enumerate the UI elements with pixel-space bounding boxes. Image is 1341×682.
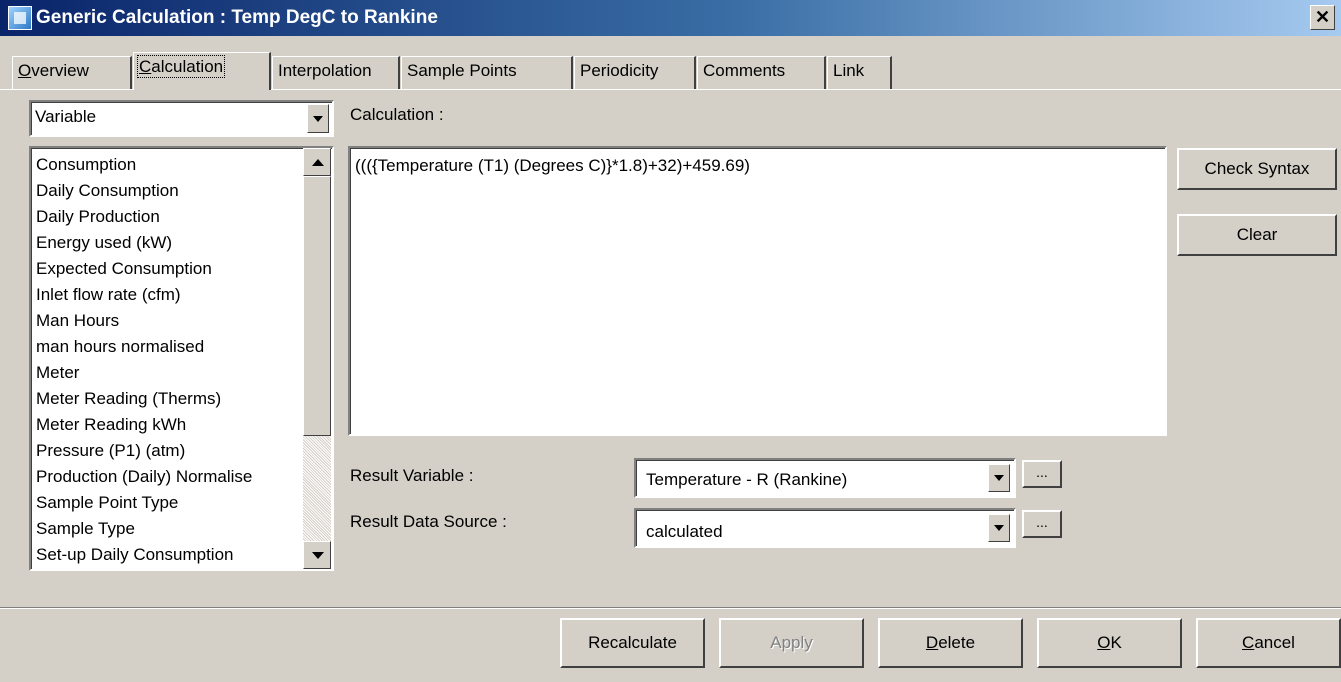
result-variable-value: Temperature - R (Rankine) (646, 470, 848, 489)
clear-button[interactable]: Clear (1177, 214, 1337, 256)
footer-divider-highlight (0, 608, 1341, 609)
close-button[interactable]: ✕ (1310, 5, 1335, 30)
delete-button[interactable]: Delete (878, 618, 1023, 668)
recalculate-button[interactable]: Recalculate (560, 618, 705, 668)
app-icon (8, 6, 32, 30)
list-item[interactable]: Consumption (36, 155, 306, 175)
result-variable-browse-button[interactable]: ... (1022, 460, 1062, 488)
list-item[interactable]: Man Hours (36, 311, 306, 331)
scrollbar-thumb[interactable] (303, 176, 331, 436)
tab-overview[interactable]: Overview (12, 56, 132, 89)
list-item[interactable]: Meter Reading kWh (36, 415, 306, 435)
tab-link[interactable]: Link (827, 56, 892, 89)
calculation-expression[interactable]: ((({Temperature (T1) (Degrees C)}*1.8)+3… (355, 156, 750, 176)
result-data-source-select[interactable]: calculated (634, 508, 1016, 548)
window-title: Generic Calculation : Temp DegC to Ranki… (36, 7, 438, 28)
result-data-source-browse-button[interactable]: ... (1022, 510, 1062, 538)
chevron-down-icon[interactable] (988, 464, 1010, 492)
list-item[interactable]: Meter (36, 363, 306, 383)
result-data-source-label: Result Data Source : (350, 512, 507, 531)
chevron-down-icon[interactable] (307, 104, 329, 133)
list-item[interactable]: Inlet flow rate (cfm) (36, 285, 306, 305)
tab-calculation[interactable]: Calculation (133, 52, 271, 90)
tab-interpolation[interactable]: Interpolation (272, 56, 400, 89)
scroll-down-icon[interactable] (303, 541, 331, 569)
tab-periodicity[interactable]: Periodicity (574, 56, 696, 89)
check-syntax-button[interactable]: Check Syntax (1177, 148, 1337, 190)
scroll-up-icon[interactable] (303, 148, 331, 176)
list-item[interactable]: Expected Consumption (36, 259, 306, 279)
list-item[interactable]: Daily Consumption (36, 181, 306, 201)
apply-button[interactable]: Apply (719, 618, 864, 668)
list-item[interactable]: Set-up Daily Consumption (36, 545, 306, 565)
title-bar: Generic Calculation : Temp DegC to Ranki… (0, 0, 1341, 36)
tab-comments[interactable]: Comments (697, 56, 826, 89)
list-item[interactable]: Energy used (kW) (36, 233, 306, 253)
ok-button[interactable]: OK (1037, 618, 1182, 668)
calculation-editor[interactable]: ((({Temperature (T1) (Degrees C)}*1.8)+3… (348, 146, 1167, 436)
result-data-source-value: calculated (646, 522, 723, 541)
cancel-button[interactable]: Cancel (1196, 618, 1341, 668)
variable-type-select[interactable]: Variable (29, 100, 334, 137)
list-scrollbar[interactable] (303, 148, 331, 569)
variable-list[interactable]: Consumption Daily Consumption Daily Prod… (29, 146, 334, 571)
list-item[interactable]: Pressure (P1) (atm) (36, 441, 306, 461)
calculation-label: Calculation : (350, 105, 444, 124)
list-item[interactable]: Sample Type (36, 519, 306, 539)
list-item[interactable]: Meter Reading (Therms) (36, 389, 306, 409)
list-item[interactable]: man hours normalised (36, 337, 306, 357)
list-item[interactable]: Daily Production (36, 207, 306, 227)
result-variable-select[interactable]: Temperature - R (Rankine) (634, 458, 1016, 498)
variable-type-value: Variable (35, 107, 97, 126)
result-variable-label: Result Variable : (350, 466, 474, 485)
list-item[interactable]: Sample Point Type (36, 493, 306, 513)
tab-sample-points[interactable]: Sample Points (401, 56, 573, 89)
list-item[interactable]: Production (Daily) Normalise (36, 467, 306, 487)
chevron-down-icon[interactable] (988, 514, 1010, 542)
